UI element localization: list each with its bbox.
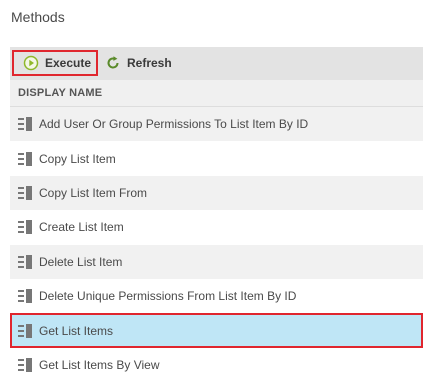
toolbar: Execute Refresh bbox=[10, 47, 423, 80]
list-item-label: Copy List Item From bbox=[39, 185, 148, 200]
refresh-label: Refresh bbox=[127, 56, 172, 70]
list-item[interactable]: Delete List Item bbox=[10, 244, 423, 279]
list-item[interactable]: Copy List Item From bbox=[10, 175, 423, 211]
method-list-icon bbox=[18, 254, 32, 269]
list-item[interactable]: Add User Or Group Permissions To List It… bbox=[10, 107, 423, 142]
list-item-label: Delete List Item bbox=[39, 254, 123, 269]
method-list-icon bbox=[18, 185, 32, 200]
method-list-icon bbox=[18, 151, 32, 166]
list-item-label: Get List Items bbox=[39, 323, 114, 338]
method-list-icon bbox=[18, 117, 32, 132]
list-item[interactable]: Copy List Item bbox=[10, 141, 423, 175]
list-item[interactable]: Delete Unique Permissions From List Item… bbox=[10, 279, 423, 313]
list-item[interactable]: Get List Items By View bbox=[10, 348, 423, 380]
execute-label: Execute bbox=[45, 56, 92, 70]
list-item-selected[interactable]: Get List Items bbox=[10, 313, 423, 348]
method-list-icon bbox=[18, 357, 32, 372]
method-list-icon bbox=[18, 323, 32, 338]
method-list-icon bbox=[18, 220, 32, 235]
execute-button[interactable]: Execute bbox=[12, 50, 98, 76]
refresh-icon bbox=[105, 55, 121, 71]
list-item-label: Delete Unique Permissions From List Item… bbox=[39, 289, 297, 304]
list-item-label: Create List Item bbox=[39, 220, 124, 235]
list-item-label: Copy List Item bbox=[39, 151, 116, 166]
list-item-label: Add User Or Group Permissions To List It… bbox=[39, 117, 309, 132]
method-list-icon bbox=[18, 289, 32, 304]
list-item-label: Get List Items By View bbox=[39, 357, 160, 372]
methods-panel: Methods Execute Refresh DISPLAY NAME Add… bbox=[0, 0, 423, 380]
refresh-button[interactable]: Refresh bbox=[104, 50, 184, 76]
methods-list: Add User Or Group Permissions To List It… bbox=[10, 107, 423, 380]
column-header-display-name[interactable]: DISPLAY NAME bbox=[10, 80, 423, 107]
play-circle-icon bbox=[23, 55, 39, 71]
panel-title: Methods bbox=[11, 9, 65, 25]
list-item[interactable]: Create List Item bbox=[10, 210, 423, 244]
